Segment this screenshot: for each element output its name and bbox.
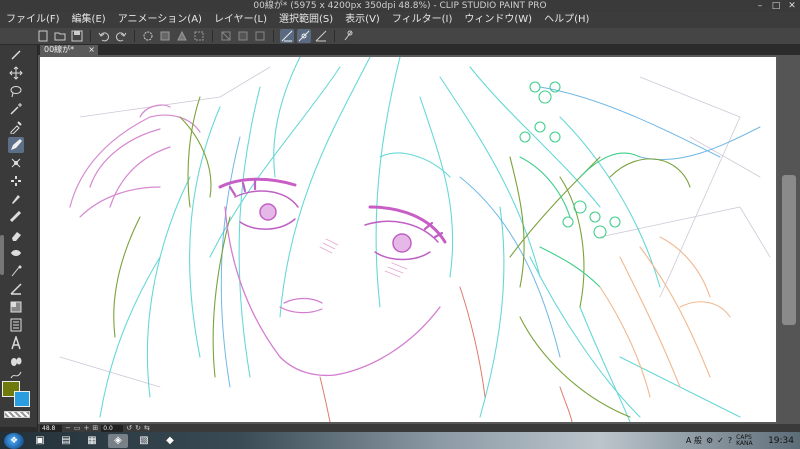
menu-view[interactable]: 表示(V) [345, 12, 380, 28]
new-file-icon[interactable] [36, 29, 50, 43]
snap-ruler-icon[interactable] [280, 29, 294, 43]
separator [90, 30, 91, 42]
scrollbar-thumb[interactable] [782, 175, 796, 325]
tray-icon[interactable]: ✓ [717, 436, 724, 445]
clear-icon[interactable] [158, 29, 172, 43]
help-icon[interactable]: ? [728, 436, 732, 445]
rotate-right-icon[interactable]: ↻ [135, 424, 141, 432]
zoom-tool-icon[interactable] [8, 47, 24, 63]
separator [134, 30, 135, 42]
app-icon[interactable]: ▧ [134, 434, 154, 448]
menu-window[interactable]: ウィンドウ(W) [464, 12, 532, 28]
menu-layer[interactable]: レイヤー(L) [214, 12, 267, 28]
frame-tool-icon[interactable] [8, 317, 24, 333]
redo-icon[interactable] [114, 29, 128, 43]
ime-indicator[interactable]: A 般 [686, 435, 702, 446]
snap-grid-icon[interactable] [314, 29, 328, 43]
fill-tool-icon[interactable] [8, 263, 24, 279]
zoom-in-icon[interactable]: + [84, 424, 90, 432]
app-icon[interactable]: ▦ [82, 434, 102, 448]
gradient-tool-icon[interactable] [8, 281, 24, 297]
close-button[interactable]: ✕ [784, 0, 800, 12]
start-button-icon[interactable]: ❖ [4, 432, 24, 449]
zoom-out-icon[interactable]: − [65, 424, 71, 432]
maximize-button[interactable]: □ [768, 0, 784, 12]
toolbar-handle[interactable] [0, 235, 4, 275]
command-bar [0, 28, 800, 45]
rotation-field[interactable]: 0.0 [101, 424, 124, 432]
tab-close-icon[interactable]: × [88, 45, 98, 55]
minimize-button[interactable]: – [752, 0, 768, 12]
separator [273, 30, 274, 42]
sub-color-swatch[interactable] [14, 391, 30, 407]
vertical-scrollbar[interactable] [778, 55, 800, 424]
dropbox-icon[interactable]: ◆ [160, 434, 180, 448]
invert-selection-icon[interactable] [236, 29, 250, 43]
sketch-artwork [59, 57, 771, 422]
menu-edit[interactable]: 編集(E) [72, 12, 106, 28]
transparent-color-swatch[interactable] [4, 411, 30, 418]
decoration-tool-icon[interactable] [8, 209, 24, 225]
fit-icon[interactable]: ⊞ [92, 424, 98, 432]
magic-wand-icon[interactable] [8, 101, 24, 117]
zoom-slider-icon[interactable]: ▭ [74, 424, 81, 432]
eyedropper-icon[interactable] [8, 119, 24, 135]
lasso-tool-icon[interactable] [8, 83, 24, 99]
blend-tool-icon[interactable] [8, 245, 24, 261]
navigator-status-bar: 48.8 − ▭ + ⊞ 0.0 ↺ ↻ ⇆ [38, 424, 800, 432]
pencil-tool-icon[interactable] [8, 155, 24, 171]
move-tool-icon[interactable] [8, 65, 24, 81]
deselect-icon[interactable] [219, 29, 233, 43]
eraser-tool-icon[interactable] [8, 227, 24, 243]
drawing-canvas[interactable] [40, 57, 776, 422]
folder-icon[interactable]: ▤ [56, 434, 76, 448]
save-icon[interactable] [70, 29, 84, 43]
document-tab-label: 00線が* [44, 45, 75, 54]
menu-filter[interactable]: フィルター(I) [392, 12, 453, 28]
explorer-icon[interactable]: ▣ [30, 434, 50, 448]
keyboard-status: CAPS KANA [736, 433, 753, 447]
rotate-left-icon[interactable]: ↺ [126, 424, 132, 432]
flip-icon[interactable]: ⇆ [144, 424, 150, 432]
menu-selection[interactable]: 選択範囲(S) [279, 12, 333, 28]
loading-icon[interactable] [141, 29, 155, 43]
color-history-icon[interactable] [341, 29, 355, 43]
system-tray: A 般 ⚙ ✓ ? CAPS KANA 19:34 [686, 432, 794, 449]
brush-tool-icon[interactable] [8, 173, 24, 189]
snap-special-ruler-icon[interactable] [297, 29, 311, 43]
fill-icon[interactable] [175, 29, 189, 43]
windows-taskbar: ❖ ▣ ▤ ▦ ◈ ▧ ◆ A 般 ⚙ ✓ ? CAPS KANA 19:34 [0, 432, 800, 449]
document-tab[interactable]: 00線が* × [40, 45, 98, 55]
menu-animation[interactable]: アニメーション(A) [118, 12, 202, 28]
tray-icon[interactable]: ⚙ [706, 436, 713, 445]
tool-palette [0, 45, 38, 427]
open-folder-icon[interactable] [53, 29, 67, 43]
separator [212, 30, 213, 42]
airbrush-icon[interactable] [8, 191, 24, 207]
transform-icon[interactable] [192, 29, 206, 43]
canvas-area [38, 55, 800, 424]
crop-icon[interactable] [253, 29, 267, 43]
zoom-field[interactable]: 48.8 [40, 424, 62, 432]
clip-studio-icon[interactable]: ◈ [108, 433, 128, 448]
menu-help[interactable]: ヘルプ(H) [544, 12, 589, 28]
text-tool-icon[interactable] [8, 335, 24, 351]
title-bar: 00線が* (5975 x 4200px 350dpi 48.8%) - CLI… [0, 0, 800, 12]
pen-tool-icon[interactable] [8, 137, 24, 153]
undo-icon[interactable] [97, 29, 111, 43]
clock[interactable]: 19:34 [768, 436, 794, 446]
window-title: 00線が* (5975 x 4200px 350dpi 48.8%) - CLI… [253, 1, 547, 11]
menu-bar: ファイル(F) 編集(E) アニメーション(A) レイヤー(L) 選択範囲(S)… [0, 12, 800, 28]
separator [334, 30, 335, 42]
figure-tool-icon[interactable] [8, 299, 24, 315]
menu-file[interactable]: ファイル(F) [6, 12, 60, 28]
